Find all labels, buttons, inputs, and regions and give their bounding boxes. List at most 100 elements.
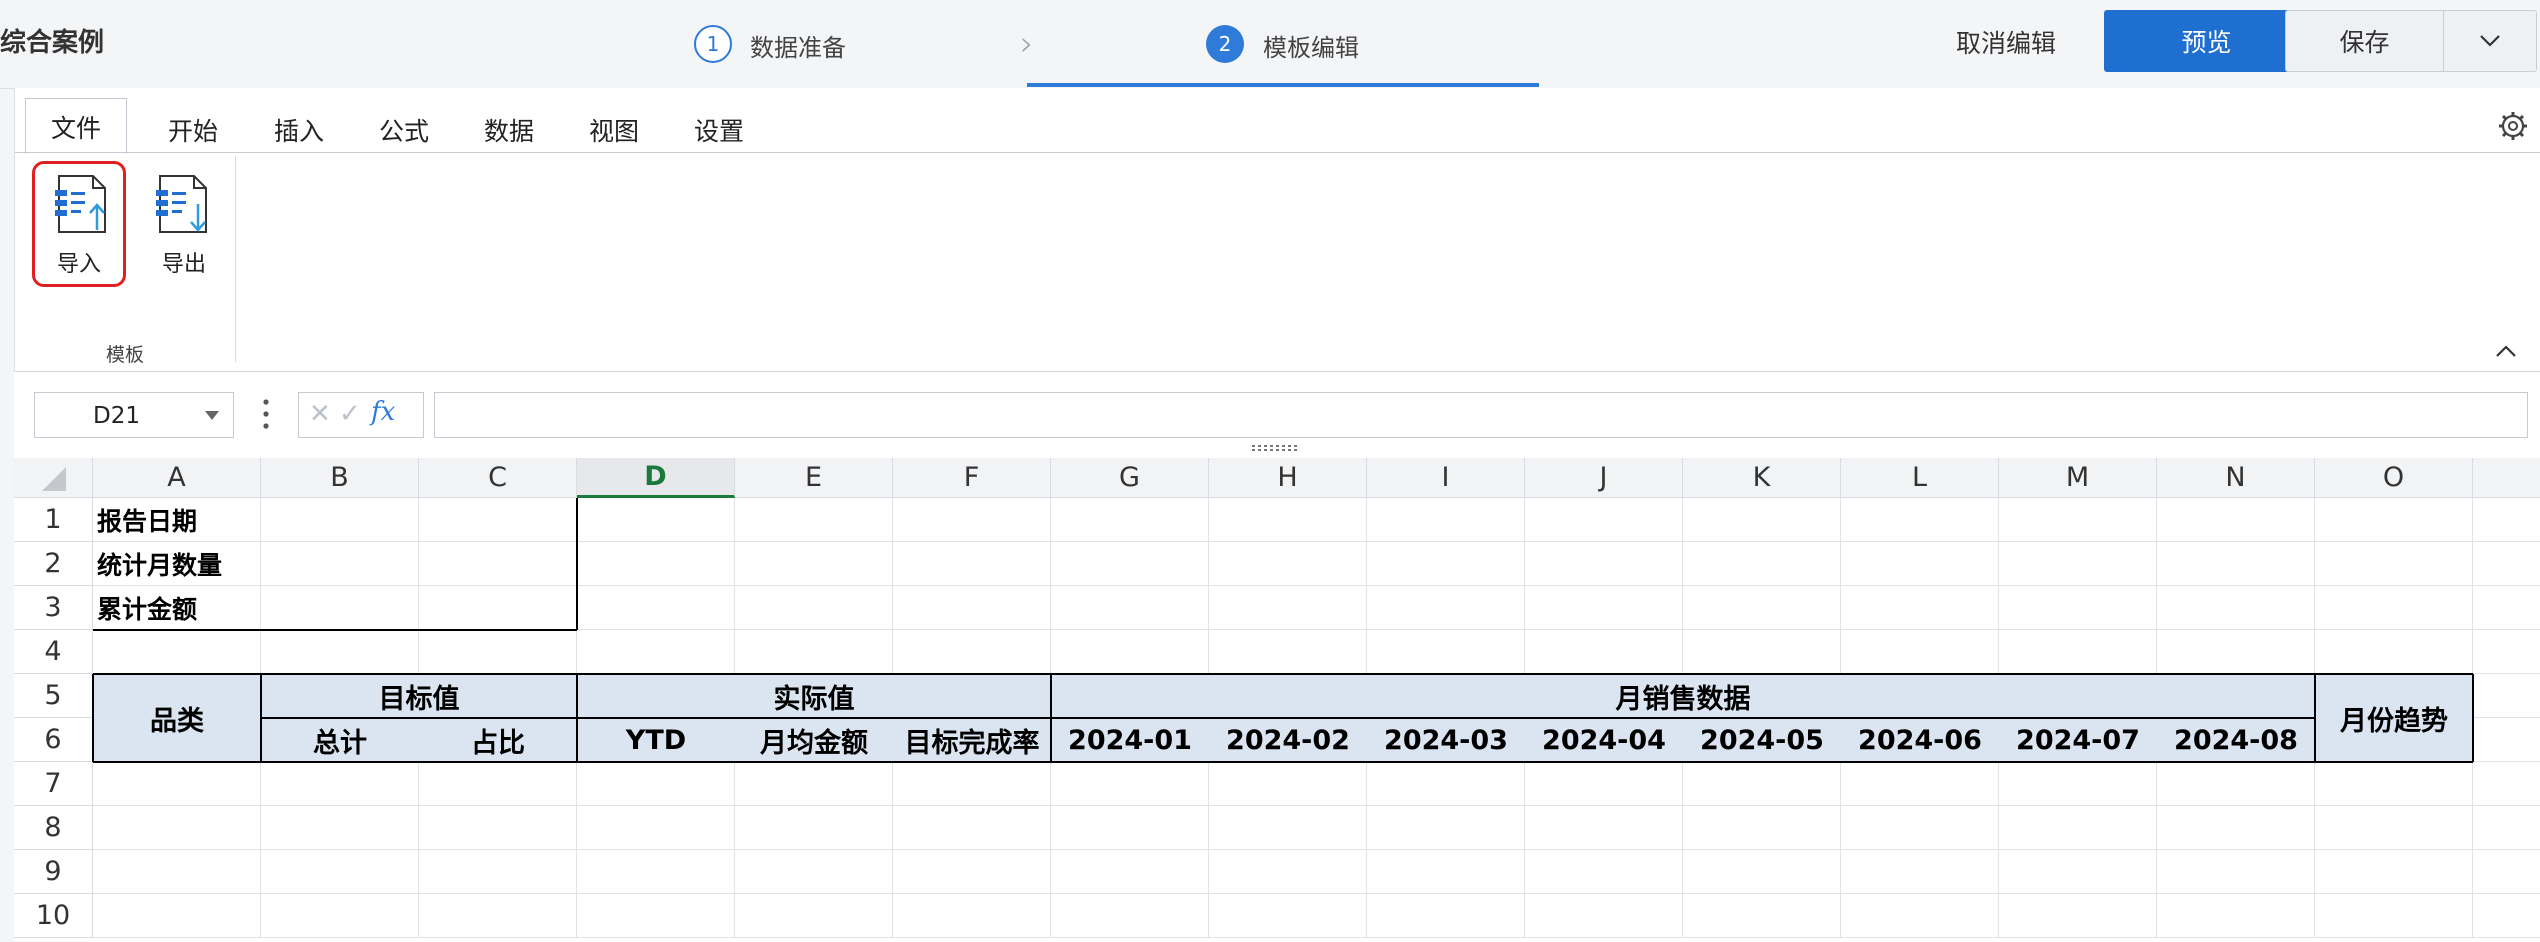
table-header-ytd[interactable]: YTD (577, 718, 735, 762)
column-header-c[interactable]: C (419, 458, 577, 498)
table-header-month[interactable]: 2024-07 (1999, 718, 2157, 762)
row-header-4[interactable]: 4 (14, 630, 93, 674)
cell-l10[interactable] (1841, 894, 1999, 938)
cell-l7[interactable] (1841, 762, 1999, 806)
row-header-2[interactable]: 2 (14, 542, 93, 586)
cell-h8[interactable] (1209, 806, 1367, 850)
export-button[interactable]: 导出 (137, 161, 231, 287)
column-header-f[interactable]: F (893, 458, 1051, 498)
cell-n1[interactable] (2157, 498, 2315, 542)
cell-p1[interactable] (2473, 498, 2540, 542)
cell-b3[interactable] (261, 586, 419, 630)
row-header-5[interactable]: 5 (14, 674, 93, 718)
cell-p3[interactable] (2473, 586, 2540, 630)
column-header-d[interactable]: D (577, 458, 735, 498)
cell-g10[interactable] (1051, 894, 1209, 938)
check-icon[interactable]: ✓ (339, 399, 361, 429)
cell-j9[interactable] (1525, 850, 1683, 894)
cell-l8[interactable] (1841, 806, 1999, 850)
cell-h4[interactable] (1209, 630, 1367, 674)
cell-i2[interactable] (1367, 542, 1525, 586)
cell-c8[interactable] (419, 806, 577, 850)
cell-c4[interactable] (419, 630, 577, 674)
cell-f10[interactable] (893, 894, 1051, 938)
column-header-k[interactable]: K (1683, 458, 1841, 498)
cell-i8[interactable] (1367, 806, 1525, 850)
cell-c7[interactable] (419, 762, 577, 806)
cell-e7[interactable] (735, 762, 893, 806)
cell-k10[interactable] (1683, 894, 1841, 938)
import-button[interactable]: 导入 (32, 161, 126, 287)
cell-m2[interactable] (1999, 542, 2157, 586)
cell-m1[interactable] (1999, 498, 2157, 542)
cell-e1[interactable] (735, 498, 893, 542)
cell-h2[interactable] (1209, 542, 1367, 586)
save-button[interactable]: 保存 (2286, 11, 2443, 71)
cell-f7[interactable] (893, 762, 1051, 806)
cell-o8[interactable] (2315, 806, 2473, 850)
cell-a9[interactable] (93, 850, 261, 894)
cell-d7[interactable] (577, 762, 735, 806)
table-header-monthly-avg[interactable]: 月均金额 (735, 718, 893, 762)
row-header-9[interactable]: 9 (14, 850, 93, 894)
cell-k7[interactable] (1683, 762, 1841, 806)
tab-file[interactable]: 文件 (25, 98, 127, 154)
cell-l1[interactable] (1841, 498, 1999, 542)
column-header-o[interactable]: O (2315, 458, 2473, 498)
cell-label-r3[interactable]: 累计金额 (93, 586, 261, 630)
column-header-n[interactable]: N (2157, 458, 2315, 498)
cell-n9[interactable] (2157, 850, 2315, 894)
cell-p10[interactable] (2473, 894, 2540, 938)
cell-e10[interactable] (735, 894, 893, 938)
cell-e4[interactable] (735, 630, 893, 674)
cell-f3[interactable] (893, 586, 1051, 630)
cell-g2[interactable] (1051, 542, 1209, 586)
table-header-target-share[interactable]: 占比 (419, 718, 577, 762)
table-header-target-total[interactable]: 总计 (261, 718, 419, 762)
cell-o3[interactable] (2315, 586, 2473, 630)
column-header-g[interactable]: G (1051, 458, 1209, 498)
cell-g3[interactable] (1051, 586, 1209, 630)
cell-c10[interactable] (419, 894, 577, 938)
cell-b7[interactable] (261, 762, 419, 806)
cell-i10[interactable] (1367, 894, 1525, 938)
cell-c2[interactable] (419, 542, 577, 586)
column-header-m[interactable]: M (1999, 458, 2157, 498)
table-header-trend[interactable]: 月份趋势 (2315, 674, 2473, 762)
cell-j10[interactable] (1525, 894, 1683, 938)
cell-h7[interactable] (1209, 762, 1367, 806)
cell-n4[interactable] (2157, 630, 2315, 674)
cell-g9[interactable] (1051, 850, 1209, 894)
cell-j4[interactable] (1525, 630, 1683, 674)
row-header-8[interactable]: 8 (14, 806, 93, 850)
name-box[interactable]: D21 (34, 392, 234, 438)
cell-k2[interactable] (1683, 542, 1841, 586)
cell-i9[interactable] (1367, 850, 1525, 894)
cell-f8[interactable] (893, 806, 1051, 850)
cell-a8[interactable] (93, 806, 261, 850)
cell-g8[interactable] (1051, 806, 1209, 850)
table-header-month[interactable]: 2024-01 (1051, 718, 1209, 762)
cell-n8[interactable] (2157, 806, 2315, 850)
cell-h10[interactable] (1209, 894, 1367, 938)
cell-k9[interactable] (1683, 850, 1841, 894)
cell-p6[interactable] (2473, 718, 2540, 762)
cell-k8[interactable] (1683, 806, 1841, 850)
cell-c9[interactable] (419, 850, 577, 894)
cell-e9[interactable] (735, 850, 893, 894)
cell-d2[interactable] (577, 542, 735, 586)
row-header-6[interactable]: 6 (14, 718, 93, 762)
cell-o4[interactable] (2315, 630, 2473, 674)
cell-n7[interactable] (2157, 762, 2315, 806)
cell-g4[interactable] (1051, 630, 1209, 674)
cell-g1[interactable] (1051, 498, 1209, 542)
table-header-month[interactable]: 2024-03 (1367, 718, 1525, 762)
cell-j8[interactable] (1525, 806, 1683, 850)
cell-h1[interactable] (1209, 498, 1367, 542)
save-dropdown-button[interactable] (2444, 11, 2536, 71)
cell-i7[interactable] (1367, 762, 1525, 806)
step-1-label[interactable]: 数据准备 (750, 28, 846, 63)
cell-h9[interactable] (1209, 850, 1367, 894)
cell-i4[interactable] (1367, 630, 1525, 674)
cell-b4[interactable] (261, 630, 419, 674)
